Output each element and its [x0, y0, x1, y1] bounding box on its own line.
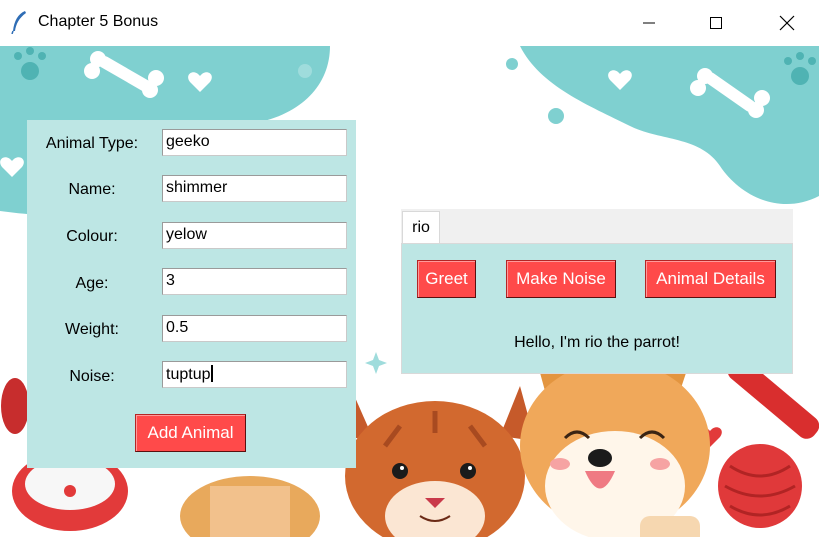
greet-button[interactable]: Greet: [417, 260, 476, 298]
title-bar: Chapter 5 Bonus: [0, 0, 819, 46]
feather-icon: [10, 10, 30, 35]
tab-strip: rio: [401, 209, 793, 244]
age-label: Age:: [75, 275, 109, 292]
noise-label: Noise:: [69, 368, 115, 385]
weight-input[interactable]: 0.5: [162, 315, 347, 342]
maximize-icon: [710, 17, 722, 29]
noise-input[interactable]: tuptup: [162, 361, 347, 388]
weight-label: Weight:: [65, 321, 119, 338]
animal-notebook: rio Greet Make Noise Animal Details Hell…: [401, 209, 793, 374]
tab-rio[interactable]: rio: [402, 211, 440, 243]
animal-type-input[interactable]: geeko: [162, 129, 347, 156]
close-icon: [779, 15, 795, 31]
add-animal-form: Animal Type: geeko Name: shimmer Colour:…: [27, 120, 356, 468]
make-noise-button[interactable]: Make Noise: [506, 260, 616, 298]
name-input[interactable]: shimmer: [162, 175, 347, 202]
maximize-button[interactable]: [686, 0, 746, 46]
text-cursor: [211, 365, 214, 382]
close-button[interactable]: [757, 0, 817, 46]
noise-input-text: tuptup: [166, 366, 211, 383]
age-input[interactable]: 3: [162, 268, 347, 295]
colour-label: Colour:: [66, 228, 118, 245]
window-title: Chapter 5 Bonus: [38, 13, 159, 30]
minimize-icon: [643, 22, 655, 24]
add-animal-button[interactable]: Add Animal: [135, 414, 246, 452]
animal-type-label: Animal Type:: [45, 135, 139, 152]
animal-details-button[interactable]: Animal Details: [645, 260, 776, 298]
name-label: Name:: [68, 181, 116, 198]
minimize-button[interactable]: [619, 0, 679, 46]
greeting-message: Hello, I'm rio the parrot!: [514, 334, 680, 351]
colour-input[interactable]: yelow: [162, 222, 347, 249]
